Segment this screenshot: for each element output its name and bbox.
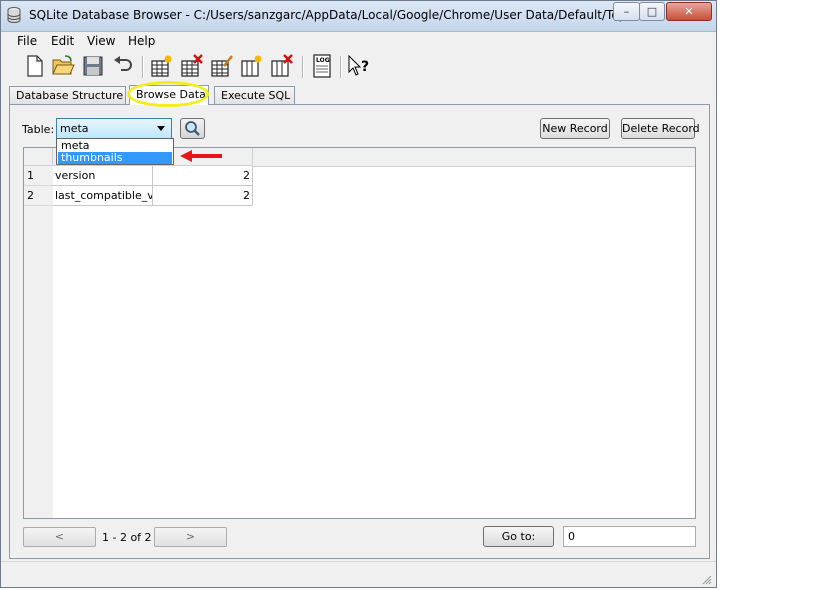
corner-header — [24, 148, 53, 166]
go-to-input[interactable]: 0 — [563, 526, 696, 547]
tab-database-structure[interactable]: Database Structure — [9, 86, 126, 104]
app-window: SQLite Database Browser - C:/Users/sanzg… — [0, 0, 717, 588]
data-grid: ue 1 version 2 2 last_compatible_ver 2 — [23, 147, 696, 519]
menu-view[interactable]: View — [87, 34, 115, 48]
table-select-value: meta — [60, 122, 89, 135]
menu-help[interactable]: Help — [128, 34, 155, 48]
close-button[interactable]: ✕ — [666, 2, 712, 21]
table-cell[interactable]: last_compatible_ver — [53, 186, 153, 206]
modify-table-icon[interactable] — [210, 54, 234, 78]
menu-edit[interactable]: Edit — [51, 34, 74, 48]
search-button[interactable] — [180, 118, 205, 139]
dropdown-option-thumbnails[interactable]: thumbnails — [58, 152, 172, 164]
resize-grip-icon[interactable] — [702, 575, 712, 585]
search-icon — [185, 121, 200, 136]
next-page-button[interactable]: > — [154, 527, 227, 547]
go-to-button[interactable]: Go to: — [483, 526, 554, 547]
table-cell[interactable]: version — [53, 166, 153, 186]
title-bar: SQLite Database Browser - C:/Users/sanzg… — [1, 1, 716, 32]
table-label: Table: — [22, 123, 55, 136]
save-icon[interactable] — [81, 54, 105, 78]
toolbar-separator — [302, 56, 304, 78]
table-cell[interactable]: 2 — [153, 186, 253, 206]
delete-record-button[interactable]: Delete Record — [621, 118, 700, 139]
open-database-icon[interactable] — [51, 54, 75, 78]
row-number[interactable]: 1 — [24, 166, 53, 186]
tab-execute-sql[interactable]: Execute SQL — [214, 86, 295, 104]
chevron-down-icon — [157, 126, 165, 131]
row-number[interactable]: 2 — [24, 186, 53, 206]
window-title: SQLite Database Browser - C:/Users/sanzg… — [29, 8, 660, 22]
revert-icon[interactable] — [111, 54, 135, 78]
create-index-icon[interactable] — [240, 54, 264, 78]
create-table-icon[interactable] — [150, 54, 174, 78]
log-window-icon[interactable]: LOG — [310, 54, 334, 78]
log-label: LOG — [316, 57, 330, 64]
delete-index-icon[interactable] — [270, 54, 294, 78]
annotation-arrow-icon — [180, 150, 222, 162]
table-select[interactable]: meta — [56, 118, 172, 139]
new-record-button[interactable]: New Record — [540, 118, 610, 139]
database-icon — [7, 7, 21, 23]
minimize-button[interactable]: – — [613, 2, 640, 21]
status-bar — [1, 561, 716, 588]
menu-file[interactable]: File — [17, 34, 37, 48]
toolbar-separator — [340, 56, 342, 78]
svg-text:?: ? — [361, 59, 369, 75]
previous-page-button[interactable]: < — [23, 527, 96, 547]
whats-this-icon[interactable]: ? — [347, 54, 371, 78]
new-database-icon[interactable] — [23, 54, 47, 78]
toolbar-separator — [142, 56, 144, 78]
maximize-button[interactable]: □ — [639, 2, 665, 21]
table-cell[interactable]: 2 — [153, 166, 253, 186]
page-info: 1 - 2 of 2 — [102, 531, 152, 544]
table-dropdown-list: meta thumbnails — [56, 138, 174, 165]
delete-table-icon[interactable] — [180, 54, 204, 78]
header-filler — [253, 148, 695, 167]
tab-browse-data[interactable]: Browse Data — [129, 85, 209, 105]
